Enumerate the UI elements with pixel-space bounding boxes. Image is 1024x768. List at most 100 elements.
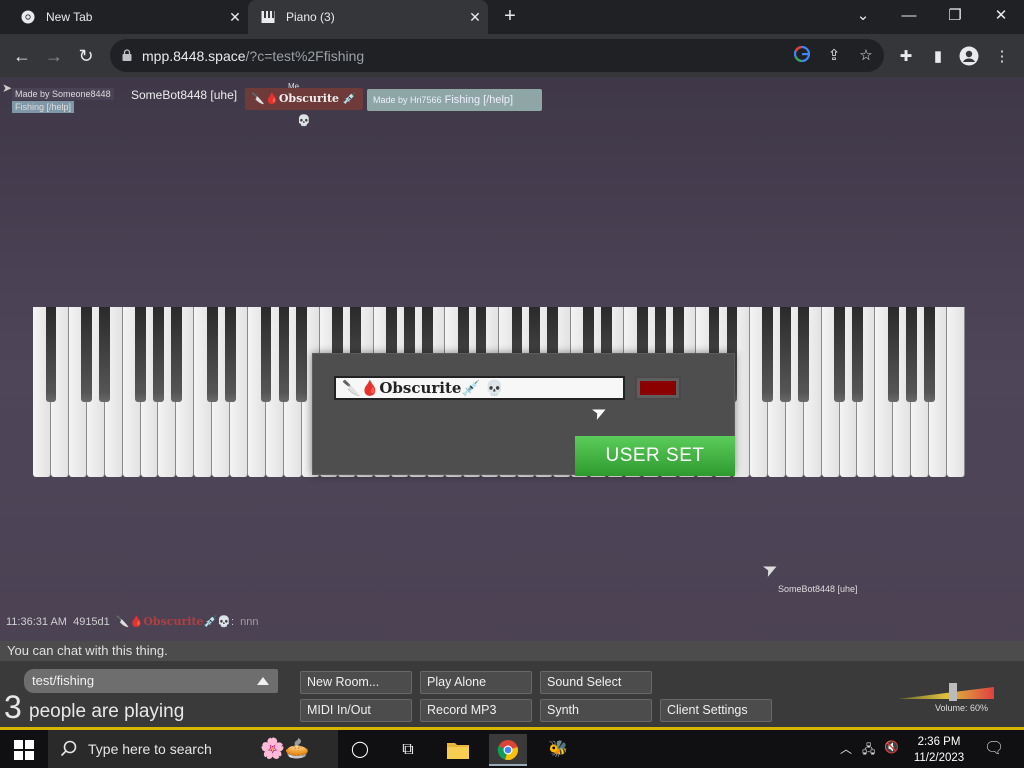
piano-black-key[interactable] — [780, 307, 792, 402]
tab-piano[interactable]: Piano (3) ✕ — [248, 0, 488, 34]
chat-username: Obscurite — [143, 615, 204, 628]
side-panel-icon[interactable]: ▮ — [927, 46, 949, 68]
piano-black-key[interactable] — [81, 307, 93, 402]
chat-message: 11:36:31 AM 4915d1 🔪🩸Obscurite💉💀: nnn — [6, 615, 259, 628]
chrome-taskbar-icon[interactable] — [489, 734, 527, 766]
piano-black-key[interactable] — [99, 307, 111, 402]
nametag-fishing-2: Fishing [/help] — [444, 94, 514, 106]
chrome-icon — [20, 9, 36, 25]
file-explorer-icon[interactable] — [439, 734, 477, 766]
browser-toolbar: ← → ↻ mpp.8448.space/?c=test%2Ffishing ⇪… — [0, 34, 1024, 77]
chat-separator: : — [230, 616, 234, 628]
room-name: test/fishing — [32, 673, 95, 688]
back-arrow-icon[interactable]: ← — [8, 42, 36, 70]
cursor-icon: ➤ — [2, 81, 13, 95]
username-input[interactable]: 🔪🩸Obscurite💉 💀 — [334, 376, 625, 400]
url-path: /?c=test%2Ffishing — [245, 48, 365, 64]
show-hidden-icons-chevron[interactable]: ︿ — [840, 740, 852, 757]
notifications-icon[interactable]: 🗨 — [984, 738, 1004, 758]
reload-icon[interactable]: ↻ — [72, 42, 100, 70]
search-placeholder: Type here to search — [88, 741, 212, 757]
nametag-obscurite[interactable]: 🔪🩸Obscurite 💉 💀 — [245, 88, 363, 127]
clock-date: 11/2/2023 — [913, 752, 965, 764]
chat-input[interactable]: You can chat with this thing. — [0, 641, 1024, 661]
task-view-icon[interactable]: ⧉ — [389, 734, 427, 766]
network-icon[interactable]: 🖧 — [862, 740, 875, 761]
nametag-made-by[interactable]: Made by Someone8448 — [12, 88, 114, 100]
piano-white-key[interactable] — [947, 307, 965, 477]
remote-cursor-icon: ➤ — [759, 556, 782, 582]
piano-black-key[interactable] — [852, 307, 863, 402]
restore-icon[interactable]: ❐ — [932, 0, 978, 34]
piano-black-key[interactable] — [278, 307, 290, 402]
app-taskbar-icon[interactable]: 🐝 — [539, 734, 577, 766]
piano-black-key[interactable] — [834, 307, 845, 402]
piano-black-key[interactable] — [224, 307, 236, 402]
play-alone-button[interactable]: Play Alone — [420, 671, 532, 694]
piano-black-key[interactable] — [171, 307, 182, 402]
profile-avatar-icon[interactable] — [958, 46, 980, 68]
piano-black-key[interactable] — [45, 307, 57, 402]
volume-muted-icon[interactable]: 🔇 — [884, 740, 899, 754]
piano-black-key[interactable] — [135, 307, 146, 402]
piano-black-key[interactable] — [887, 307, 899, 402]
piano-black-key[interactable] — [153, 307, 164, 402]
tab-strip: New Tab ✕ Piano (3) ✕ + ⌄ — ❐ ✕ — [0, 0, 1024, 34]
forward-arrow-icon[interactable]: → — [40, 42, 68, 70]
chat-text: nnn — [240, 616, 259, 628]
sound-select-button[interactable]: Sound Select — [540, 671, 652, 694]
user-set-button[interactable]: USER SET — [575, 436, 735, 476]
bookmark-star-icon[interactable]: ☆ — [856, 46, 876, 66]
share-icon[interactable]: ⇪ — [824, 46, 844, 66]
tab-title: Piano (3) — [286, 10, 335, 24]
new-room-button[interactable]: New Room... — [300, 671, 412, 694]
close-tab-icon[interactable]: ✕ — [462, 9, 488, 26]
volume-slider[interactable] — [898, 681, 994, 703]
tab-search-chevron-icon[interactable]: ⌄ — [840, 0, 886, 34]
taskbar-search-box[interactable]: Type here to search 🌸🥧 — [48, 730, 338, 768]
piano-page: ➤ Made by Someone8448 Fishing [/help] So… — [0, 77, 1024, 727]
control-bar: test/fishing 3 people are playing New Ro… — [0, 661, 1024, 727]
dropdown-up-arrow-icon — [257, 677, 269, 685]
piano-black-key[interactable] — [296, 307, 308, 402]
piano-black-key[interactable] — [905, 307, 917, 402]
piano-black-key[interactable] — [206, 307, 218, 402]
piano-icon — [260, 9, 276, 25]
tab-title: New Tab — [46, 10, 93, 24]
synth-button[interactable]: Synth — [540, 699, 652, 722]
lock-icon — [122, 49, 132, 61]
client-settings-button[interactable]: Client Settings — [660, 699, 772, 722]
new-tab-plus-icon[interactable]: + — [498, 5, 522, 29]
nametag-fishing-bot[interactable]: Made by Hri7566 Fishing [/help] — [367, 89, 542, 111]
menu-kebab-icon[interactable]: ⋮ — [991, 46, 1013, 68]
search-icon — [60, 740, 77, 757]
record-mp3-button[interactable]: Record MP3 — [420, 699, 532, 722]
piano-black-key[interactable] — [798, 307, 810, 402]
nametag-fishing[interactable]: Fishing [/help] — [12, 101, 75, 113]
remote-cursor-label: SomeBot8448 [uhe] — [778, 584, 858, 594]
google-icon[interactable] — [792, 45, 812, 66]
taskbar-clock[interactable]: 2:36 PM 11/2/2023 — [906, 734, 972, 766]
piano-black-key[interactable] — [923, 307, 935, 402]
username-value: Obscurite — [379, 379, 462, 397]
name-color-picker[interactable] — [635, 376, 681, 400]
close-window-icon[interactable]: ✕ — [978, 0, 1024, 34]
piano-black-key[interactable] — [260, 307, 272, 402]
windows-start-icon[interactable] — [14, 740, 34, 760]
close-tab-icon[interactable]: ✕ — [222, 9, 248, 26]
piano-black-key[interactable] — [762, 307, 774, 402]
midi-button[interactable]: MIDI In/Out — [300, 699, 412, 722]
room-select[interactable]: test/fishing — [24, 669, 278, 693]
minimize-icon[interactable]: — — [886, 0, 932, 34]
windows-taskbar: Type here to search 🌸🥧 ◯ ⧉ 🐝 ︿ 🖧 🔇 2:36 … — [0, 727, 1024, 768]
address-bar[interactable]: mpp.8448.space/?c=test%2Ffishing ⇪ ☆ — [110, 39, 884, 72]
nametag-somebot[interactable]: SomeBot8448 [uhe] — [131, 88, 237, 102]
cortana-icon[interactable]: ◯ — [341, 734, 379, 766]
tab-new-tab[interactable]: New Tab ✕ — [8, 0, 248, 34]
player-count-label: people are playing — [29, 701, 185, 722]
chat-time: 11:36:31 AM — [6, 616, 67, 628]
url-host: mpp.8448.space — [142, 48, 246, 64]
nametag-made-by-2: Made by Hri7566 — [373, 95, 442, 105]
search-highlight-icon: 🌸🥧 — [260, 738, 310, 760]
extensions-puzzle-icon[interactable]: ✚ — [895, 46, 917, 68]
